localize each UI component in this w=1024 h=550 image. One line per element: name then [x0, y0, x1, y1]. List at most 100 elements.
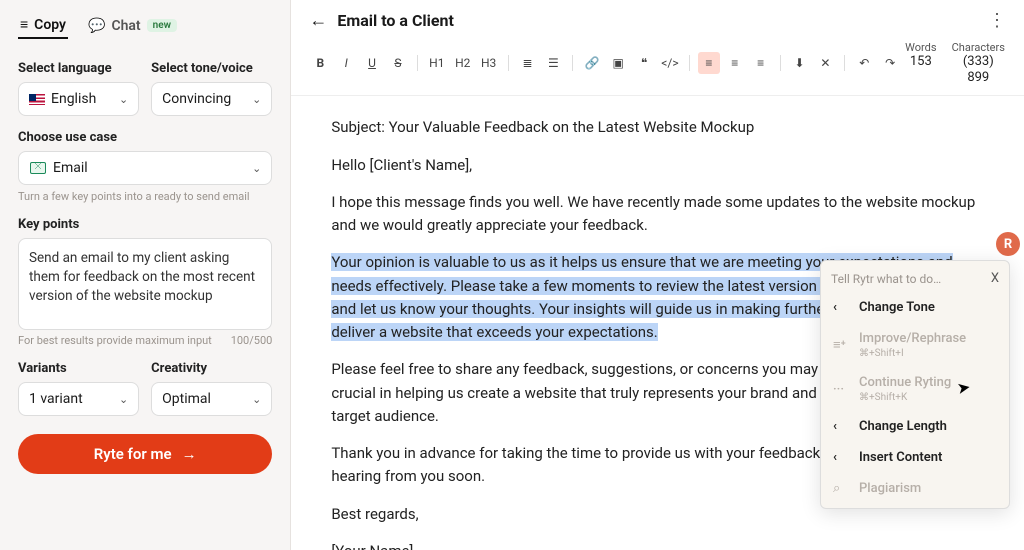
tone-label: Select tone/voice	[151, 61, 272, 76]
chars-count: (333) 899	[951, 54, 1007, 85]
chevron-down-icon: ⌄	[252, 393, 261, 406]
usecase-label: Choose use case	[18, 130, 272, 145]
ctx-insert[interactable]: ‹ Insert Content	[821, 442, 1009, 473]
copy-icon: ≡	[20, 16, 28, 33]
ctx-continue[interactable]: ··· Continue Ryting ⌘+Shift+K	[821, 367, 1009, 411]
variants-select[interactable]: 1 variant ⌄	[18, 382, 139, 416]
editor-stats: Words 153 Characters (333) 899	[905, 41, 1006, 85]
ryte-button-label: Ryte for me	[94, 445, 172, 463]
chevron-down-icon: ⌄	[119, 393, 128, 406]
download-button[interactable]: ⬇	[789, 52, 811, 74]
align-right-button[interactable]: ≡	[750, 52, 772, 74]
editor-header: ← Email to a Client ⋮	[291, 0, 1024, 37]
chat-icon: 💬	[88, 18, 105, 34]
email-subject: Subject: Your Valuable Feedback on the L…	[331, 116, 984, 139]
bullet-list-button[interactable]: ≣	[517, 52, 539, 74]
toolbar-sep	[508, 55, 509, 71]
variants-label: Variants	[18, 361, 139, 376]
sidebar-tabs: ≡ Copy 💬 Chat new	[18, 0, 272, 47]
toolbar-sep	[844, 55, 845, 71]
ctx-change-tone[interactable]: ‹ Change Tone	[821, 292, 1009, 323]
context-menu: Tell Rytr what to do… X ‹ Change Tone ≡⁺…	[820, 260, 1010, 509]
undo-button[interactable]: ↶	[853, 52, 875, 74]
flag-us-icon	[29, 94, 45, 105]
tab-copy[interactable]: ≡ Copy	[18, 12, 68, 39]
ctx-change-length-label: Change Length	[859, 419, 947, 434]
ctx-continue-shortcut: ⌘+Shift+K	[859, 392, 951, 403]
mouse-cursor-icon: ➤	[955, 377, 972, 398]
kebab-menu-icon[interactable]: ⋮	[988, 10, 1006, 31]
editor-toolbar: B I U S H1 H2 H3 ≣ ☰ 🔗 ▣ ❝ </> ≡ ≡ ≡ ⬇ ✕…	[291, 37, 1024, 96]
tone-value: Convincing	[162, 91, 231, 107]
chevron-left-icon: ‹	[833, 450, 849, 465]
usecase-value: Email	[53, 160, 88, 176]
ctx-improve-shortcut: ⌘+Shift+I	[859, 348, 966, 359]
search-icon: ⌕	[833, 481, 849, 496]
h2-button[interactable]: H2	[452, 52, 474, 74]
chars-label: Characters	[951, 41, 1007, 54]
back-arrow-icon[interactable]: ←	[309, 10, 327, 31]
new-badge: new	[147, 19, 177, 32]
close-icon[interactable]: X	[991, 271, 999, 286]
ctx-insert-label: Insert Content	[859, 450, 942, 465]
keypoints-label: Key points	[18, 217, 272, 232]
ctx-placeholder[interactable]: Tell Rytr what to do…	[831, 272, 941, 286]
tone-select[interactable]: Convincing ⌄	[151, 82, 272, 116]
underline-button[interactable]: U	[361, 52, 383, 74]
words-label: Words	[905, 41, 936, 54]
language-select[interactable]: English ⌄	[18, 82, 139, 116]
ctx-plagiarism-label: Plagiarism	[859, 481, 921, 496]
clear-format-button[interactable]: ✕	[814, 52, 836, 74]
toolbar-sep	[689, 55, 690, 71]
keypoints-counter: 100/500	[231, 334, 273, 347]
align-left-button[interactable]: ≡	[698, 52, 720, 74]
usecase-hint: Turn a few key points into a ready to se…	[18, 190, 272, 203]
ctx-continue-label: Continue Ryting	[859, 375, 951, 390]
italic-button[interactable]: I	[335, 52, 357, 74]
document-title: Email to a Client	[337, 11, 454, 30]
ctx-change-length[interactable]: ‹ Change Length	[821, 411, 1009, 442]
editor: ← Email to a Client ⋮ B I U S H1 H2 H3 ≣…	[291, 0, 1024, 550]
ctx-change-tone-label: Change Tone	[859, 300, 935, 315]
variants-value: 1 variant	[29, 391, 83, 407]
arrow-right-icon: →	[182, 445, 197, 463]
strike-button[interactable]: S	[387, 52, 409, 74]
email-signature: [Your Name]	[331, 540, 984, 550]
keypoints-textarea[interactable]	[18, 238, 272, 330]
chevron-down-icon: ⌄	[252, 162, 261, 175]
usecase-select[interactable]: Email ⌄	[18, 151, 272, 185]
chevron-left-icon: ‹	[833, 300, 849, 315]
ryte-button[interactable]: Ryte for me →	[18, 434, 272, 474]
tab-copy-label: Copy	[34, 17, 66, 33]
language-value: English	[51, 91, 96, 107]
ctx-improve[interactable]: ≡⁺ Improve/Rephrase ⌘+Shift+I	[821, 323, 1009, 367]
link-button[interactable]: 🔗	[581, 52, 603, 74]
redo-button[interactable]: ↷	[879, 52, 901, 74]
toolbar-sep	[417, 55, 418, 71]
rephrase-icon: ≡⁺	[833, 337, 849, 353]
bold-button[interactable]: B	[309, 52, 331, 74]
code-button[interactable]: </>	[659, 52, 681, 74]
ctx-improve-label: Improve/Rephrase	[859, 331, 966, 346]
rytr-badge-icon[interactable]: R	[996, 232, 1020, 256]
tab-chat[interactable]: 💬 Chat new	[86, 14, 179, 38]
creativity-label: Creativity	[151, 361, 272, 376]
h1-button[interactable]: H1	[426, 52, 448, 74]
chevron-down-icon: ⌄	[119, 93, 128, 106]
tab-chat-label: Chat	[111, 18, 140, 34]
chevron-left-icon: ‹	[833, 419, 849, 434]
sidebar: ≡ Copy 💬 Chat new Select language Englis…	[0, 0, 291, 550]
keypoints-hint: For best results provide maximum input	[18, 334, 212, 347]
ctx-plagiarism[interactable]: ⌕ Plagiarism	[821, 473, 1009, 504]
email-p1: I hope this message finds you well. We h…	[331, 191, 984, 238]
toolbar-sep	[572, 55, 573, 71]
quote-button[interactable]: ❝	[633, 52, 655, 74]
ordered-list-button[interactable]: ☰	[542, 52, 564, 74]
h3-button[interactable]: H3	[478, 52, 500, 74]
continue-icon: ···	[833, 382, 849, 397]
align-center-button[interactable]: ≡	[724, 52, 746, 74]
language-label: Select language	[18, 61, 139, 76]
creativity-select[interactable]: Optimal ⌄	[151, 382, 272, 416]
image-button[interactable]: ▣	[607, 52, 629, 74]
envelope-icon	[29, 160, 47, 176]
